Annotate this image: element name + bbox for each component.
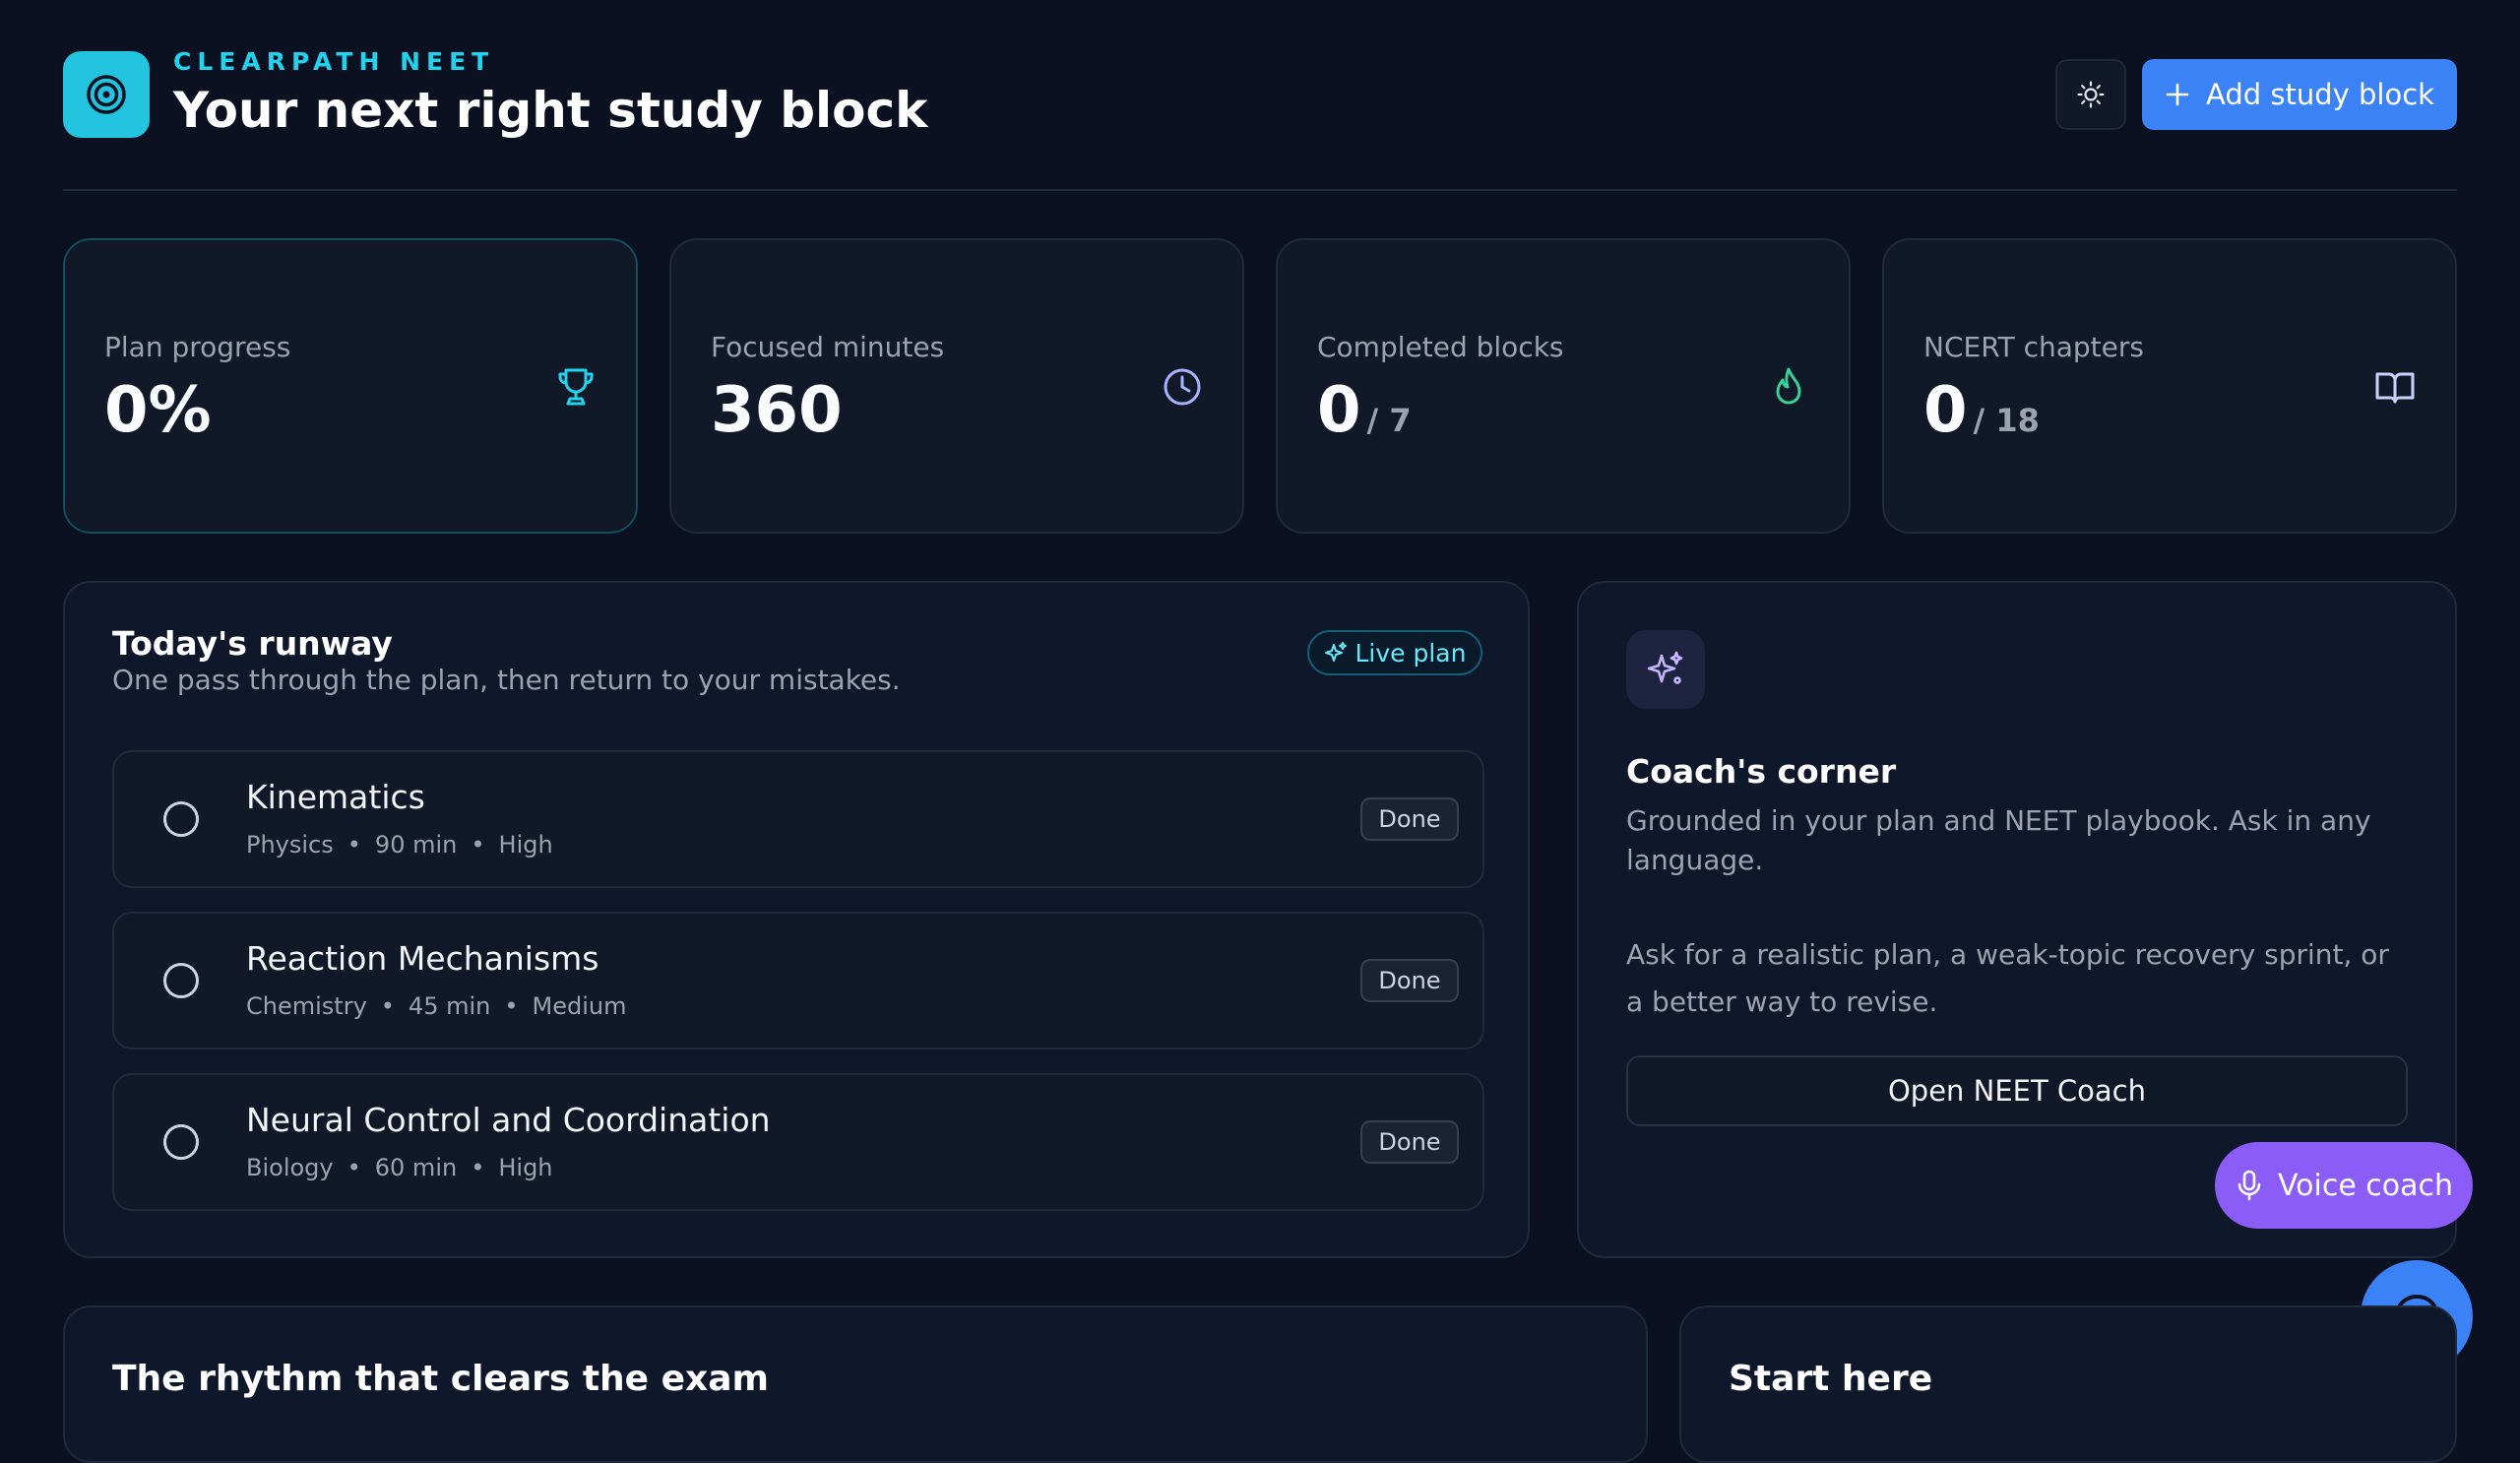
task-subject: Physics	[246, 831, 334, 859]
live-plan-badge: Live plan	[1307, 630, 1482, 675]
stat-label: Plan progress	[104, 331, 291, 363]
open-neet-coach-button[interactable]: Open NEET Coach	[1626, 1055, 2408, 1126]
task-duration: 90 min	[374, 831, 458, 859]
stat-value: 0/ 7	[1317, 374, 1412, 447]
page-title: Your next right study block	[173, 82, 928, 139]
task-meta: Biology • 60 min • High	[246, 1154, 553, 1181]
rhythm-title: The rhythm that clears the exam	[112, 1359, 770, 1399]
stat-card-ncert-chapters: NCERT chapters 0/ 18	[1882, 238, 2457, 534]
task-checkbox[interactable]	[163, 963, 199, 998]
stat-value: 360	[711, 374, 843, 447]
stat-value: 0%	[104, 374, 212, 447]
stat-value: 0/ 18	[1923, 374, 2040, 447]
stat-card-focused-minutes: Focused minutes 360	[669, 238, 1244, 534]
theme-toggle-button[interactable]	[2055, 59, 2126, 130]
stat-label: Completed blocks	[1317, 331, 1564, 363]
stat-label: Focused minutes	[711, 331, 945, 363]
task-item: Reaction Mechanisms Chemistry • 45 min • Med…	[112, 912, 1484, 1050]
task-done-button[interactable]: Done	[1360, 959, 1459, 1002]
add-study-block-label: Add study block	[2206, 78, 2434, 111]
task-item: Kinematics Physics • 90 min • High Done	[112, 750, 1484, 888]
trophy-icon	[558, 368, 594, 406]
coach-description: Grounded in your plan and NEET playbook.…	[1626, 804, 2371, 876]
stat-label: NCERT chapters	[1923, 331, 2144, 363]
todays-runway-panel: Today's runway One pass through the plan…	[63, 581, 1530, 1258]
sparkles-icon	[1324, 642, 1347, 662]
clock-icon	[1164, 368, 1201, 406]
coach-hint: Ask for a realistic plan, a weak-topic r…	[1626, 938, 2389, 1018]
header-divider	[63, 189, 2457, 191]
sparkles-icon	[1647, 651, 1683, 684]
task-meta: Physics • 90 min • High	[246, 831, 553, 859]
runway-title: Today's runway	[112, 624, 393, 663]
task-priority: High	[498, 1154, 553, 1181]
coach-title: Coach's corner	[1626, 752, 1897, 791]
app-logo	[63, 51, 150, 138]
task-checkbox[interactable]	[163, 1124, 199, 1160]
task-duration: 60 min	[374, 1154, 458, 1181]
task-subject: Chemistry	[246, 992, 367, 1020]
start-here-panel: Start here	[1679, 1305, 2457, 1463]
microphone-icon	[2237, 1170, 2261, 1201]
task-priority: Medium	[532, 992, 627, 1020]
task-duration: 45 min	[408, 992, 491, 1020]
task-done-button[interactable]: Done	[1360, 1120, 1459, 1164]
task-title: Kinematics	[246, 778, 425, 816]
live-plan-label: Live plan	[1354, 638, 1467, 668]
stat-card-plan-progress: Plan progress 0%	[63, 238, 638, 534]
rhythm-panel: The rhythm that clears the exam	[63, 1305, 1648, 1463]
coach-icon-box	[1626, 630, 1705, 709]
voice-coach-label: Voice coach	[2277, 1168, 2454, 1203]
stat-total: / 7	[1366, 402, 1412, 439]
task-done-button[interactable]: Done	[1360, 797, 1459, 841]
stat-total: / 18	[1973, 402, 2040, 439]
stat-card-completed-blocks: Completed blocks 0/ 7	[1276, 238, 1851, 534]
task-title: Neural Control and Coordination	[246, 1101, 771, 1139]
task-title: Reaction Mechanisms	[246, 939, 599, 978]
task-checkbox[interactable]	[163, 801, 199, 837]
add-study-block-button[interactable]: Add study block	[2142, 59, 2457, 130]
task-meta: Chemistry • 45 min • Medium	[246, 992, 627, 1020]
sun-icon	[2077, 81, 2105, 108]
task-priority: High	[498, 831, 553, 859]
task-subject: Biology	[246, 1154, 334, 1181]
task-item: Neural Control and Coordination Biology •…	[112, 1073, 1484, 1211]
brand-name: CLEARPATH NEET	[173, 47, 495, 76]
book-icon	[2375, 372, 2415, 404]
runway-subtitle: One pass through the plan, then return t…	[112, 664, 901, 696]
start-here-title: Start here	[1729, 1359, 1933, 1399]
plus-icon	[2166, 83, 2189, 106]
target-icon	[87, 75, 126, 114]
flame-icon	[1776, 367, 1801, 405]
voice-coach-button[interactable]: Voice coach	[2215, 1142, 2473, 1229]
